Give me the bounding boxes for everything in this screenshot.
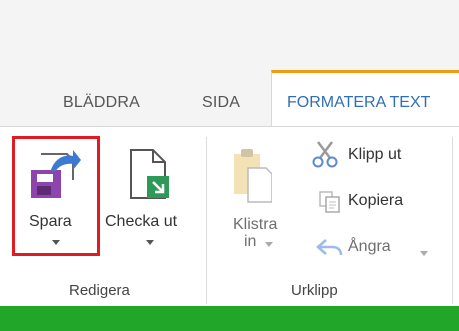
top-bar: [0, 0, 459, 70]
undo-icon[interactable]: [316, 236, 344, 258]
angra-caret-icon[interactable]: [420, 251, 428, 256]
klistra-caret-icon: [265, 242, 273, 247]
checkout-document-icon[interactable]: [125, 148, 173, 204]
brand-green-bar: [0, 306, 459, 331]
spara-label[interactable]: Spara: [29, 213, 72, 231]
group-label-urklipp: Urklipp: [291, 282, 338, 299]
group-separator: [206, 137, 207, 304]
tab-bladdra[interactable]: BLÄDDRA: [63, 94, 140, 112]
tab-sida[interactable]: SIDA: [202, 94, 240, 112]
scissors-icon[interactable]: [312, 140, 338, 168]
tab-formatera-text[interactable]: FORMATERA TEXT: [271, 70, 459, 127]
checka-ut-caret-icon[interactable]: [146, 240, 154, 245]
angra-label[interactable]: Ångra: [348, 238, 391, 256]
tab-formatera-text-label: FORMATERA TEXT: [287, 94, 431, 111]
checka-ut-label[interactable]: Checka ut: [105, 213, 177, 231]
klipp-ut-label[interactable]: Klipp ut: [348, 146, 401, 164]
group-separator-right: [452, 137, 453, 304]
spara-caret-icon[interactable]: [52, 240, 60, 245]
save-icon[interactable]: [27, 148, 83, 200]
kopiera-label[interactable]: Kopiera: [348, 192, 403, 210]
klistra-label-line1: Klistra: [233, 216, 278, 233]
paste-clipboard-icon: [232, 146, 273, 204]
group-label-redigera: Redigera: [69, 282, 130, 299]
copy-icon[interactable]: [318, 190, 342, 214]
klistra-label-line2: in: [244, 233, 257, 250]
